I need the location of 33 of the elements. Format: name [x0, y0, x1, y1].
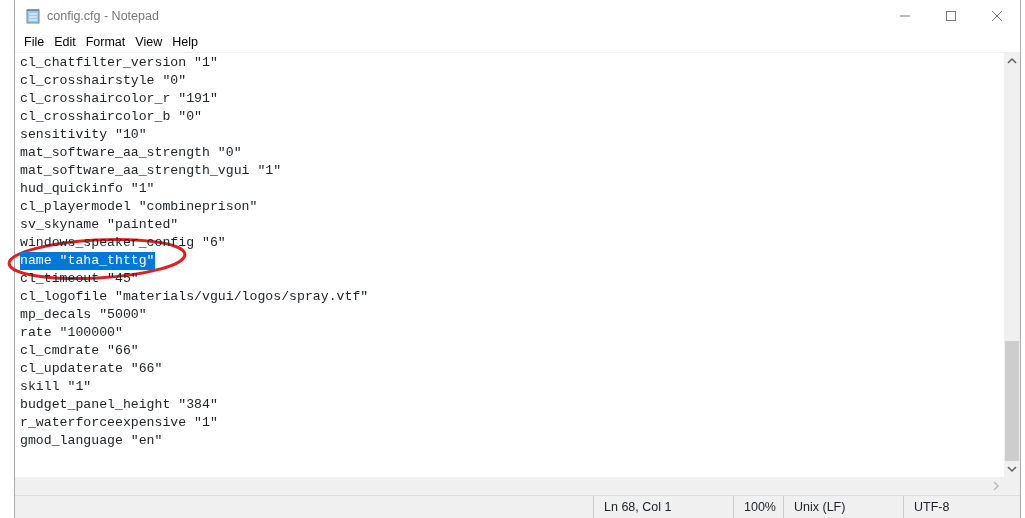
- text-line: gmod_language "en": [20, 432, 163, 450]
- status-text: Ln 68, Col 1: [604, 498, 672, 516]
- window-title: config.cfg - Notepad: [47, 7, 159, 25]
- text-line: rate "100000": [20, 324, 123, 342]
- text-line: skill "1": [20, 378, 92, 396]
- text-line: cl_cmdrate "66": [20, 342, 139, 360]
- text-line: hud_quickinfo "1": [20, 180, 155, 198]
- text-line: cl_updaterate "66": [20, 360, 163, 378]
- status-text: 100%: [744, 498, 776, 516]
- maximize-icon: [946, 11, 956, 21]
- text-line: cl_crosshairstyle "0": [20, 72, 187, 90]
- text-line: cl_playermodel "combineprison": [20, 198, 258, 216]
- notepad-icon: [25, 8, 41, 24]
- menu-item[interactable]: Format: [80, 32, 131, 52]
- scrollbar-thumb[interactable]: [1005, 341, 1019, 461]
- text-line: cl_logofile "materials/vgui/logos/spray.vtf": [20, 288, 369, 306]
- text-line: sv_skyname "painted": [20, 216, 179, 234]
- menu-item[interactable]: Edit: [49, 32, 81, 52]
- text-line: r_waterforceexpensive "1": [20, 414, 218, 432]
- status-text: UTF-8: [914, 498, 950, 516]
- menu-item[interactable]: File: [19, 32, 50, 52]
- text-line: sensitivity "10": [20, 126, 147, 144]
- menu-item[interactable]: Help: [167, 32, 203, 52]
- text-line: cl_crosshaircolor_b "0": [20, 108, 203, 126]
- text-line: cl_chatfilter_version "1": [20, 54, 218, 72]
- text-line: cl_crosshaircolor_r "191": [20, 90, 218, 108]
- status-text: Unix (LF): [794, 498, 846, 516]
- close-icon: [992, 11, 1002, 21]
- menu-item[interactable]: View: [130, 32, 168, 52]
- text-line: budget_panel_height "384": [20, 396, 218, 414]
- text-line: mp_decals "5000": [20, 306, 147, 324]
- text-line: mat_software_aa_strength_vgui "1": [20, 162, 282, 180]
- text-line: mat_software_aa_strength "0": [20, 144, 242, 162]
